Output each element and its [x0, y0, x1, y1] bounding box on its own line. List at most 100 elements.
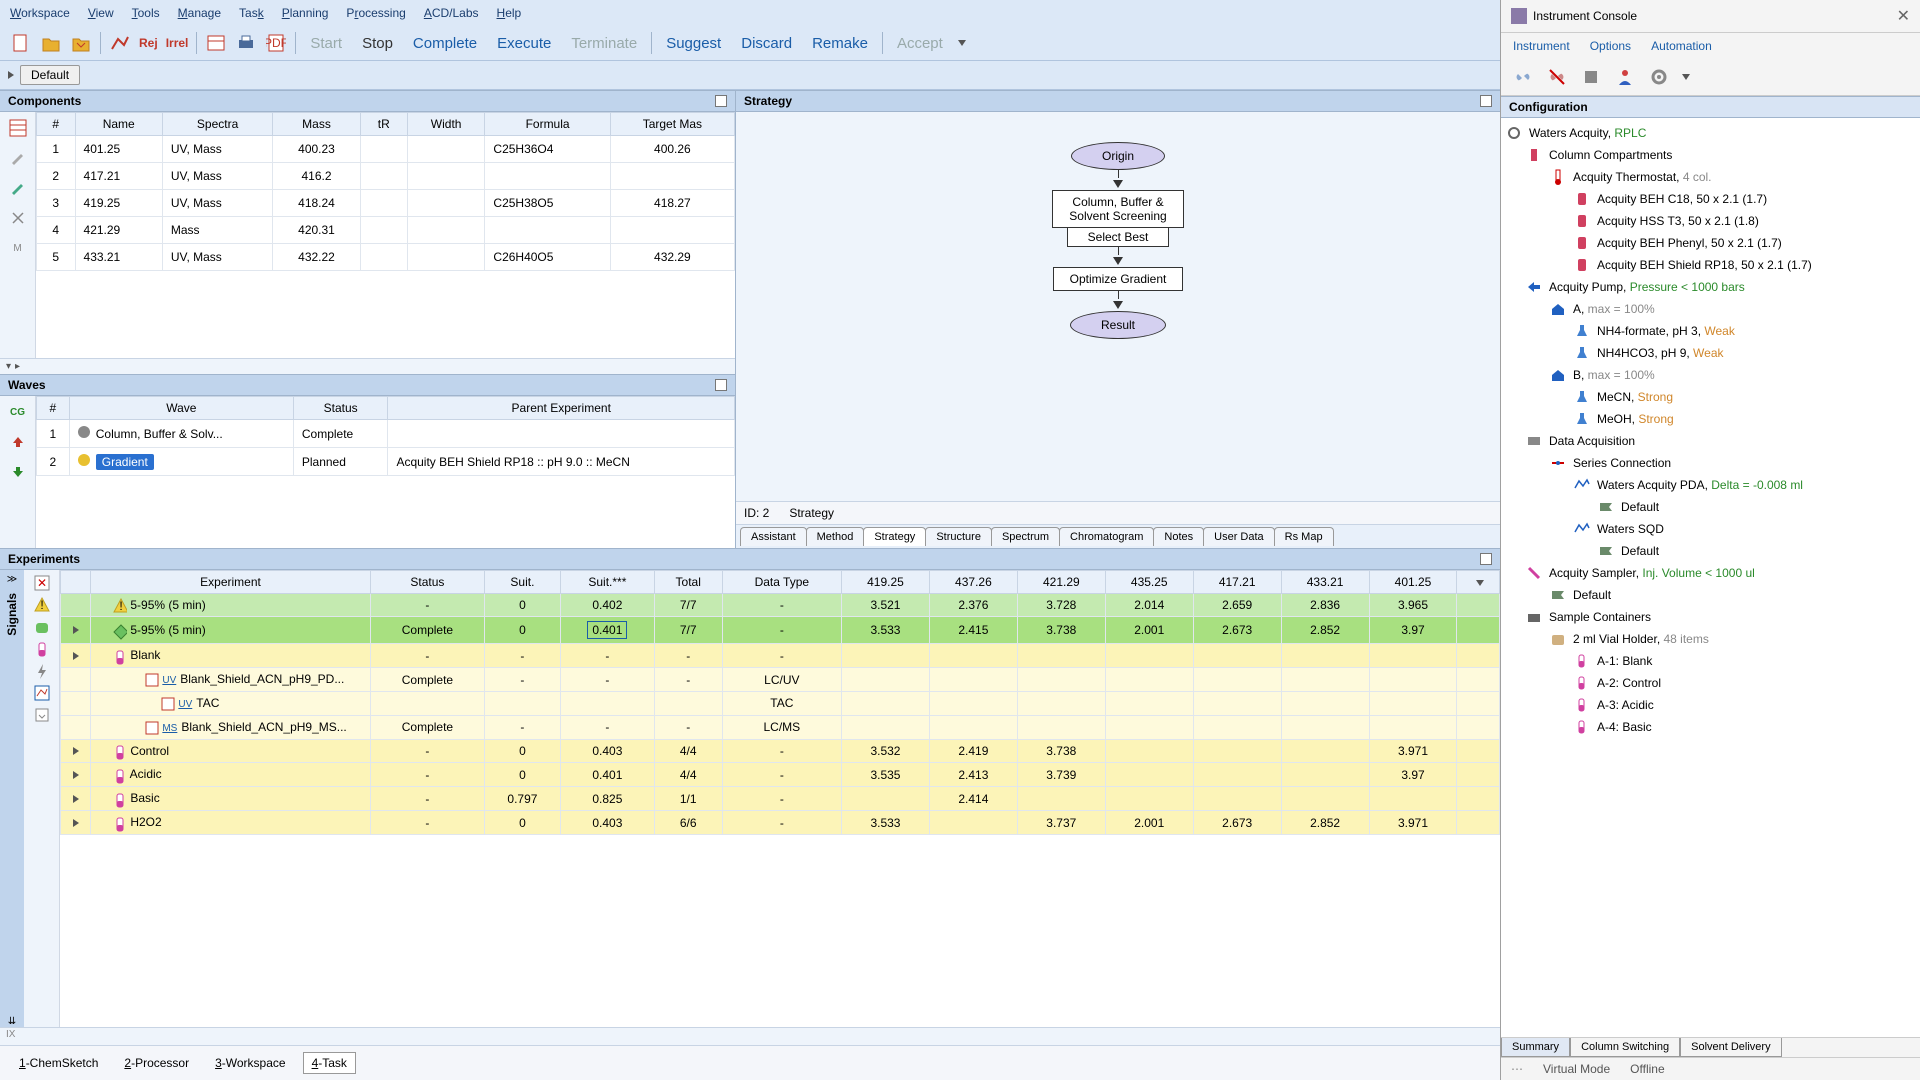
tree-item[interactable]: B, max = 100%: [1505, 364, 1916, 386]
tree-item[interactable]: Column Compartments: [1505, 144, 1916, 166]
flow-screening[interactable]: Column, Buffer & Solvent Screening: [1052, 190, 1183, 228]
waves-maximize-icon[interactable]: [715, 379, 727, 391]
remake-button[interactable]: Remake: [804, 31, 876, 56]
start-button[interactable]: Start: [302, 31, 350, 56]
tree-item[interactable]: A-2: Control: [1505, 672, 1916, 694]
pdf-icon[interactable]: PDF: [263, 30, 289, 56]
table-icon[interactable]: [203, 30, 229, 56]
console-close-icon[interactable]: ✕: [1897, 6, 1910, 26]
tab-task[interactable]: 4-Task: [303, 1052, 356, 1074]
table-row[interactable]: 4421.29Mass420.31: [37, 217, 735, 244]
console-menu-options[interactable]: Options: [1590, 39, 1631, 53]
open2-icon[interactable]: [68, 30, 94, 56]
tree-item[interactable]: A-4: Basic: [1505, 716, 1916, 738]
col-header[interactable]: Target Mas: [610, 113, 734, 136]
table-row[interactable]: 2417.21UV, Mass416.2: [37, 163, 735, 190]
tree-item[interactable]: Default: [1505, 540, 1916, 562]
table-row[interactable]: H2O2-00.4036/6-3.5333.7372.0012.6732.852…: [61, 811, 1500, 835]
open-icon[interactable]: [38, 30, 64, 56]
strategy-maximize-icon[interactable]: [1480, 95, 1492, 107]
tree-item[interactable]: MeOH, Strong: [1505, 408, 1916, 430]
tab-processor[interactable]: 2-Processor: [115, 1052, 198, 1074]
experiments-collapse-bar[interactable]: ≫ Signals ⇊: [0, 570, 24, 1028]
flow-select[interactable]: Select Best: [1067, 227, 1170, 247]
new-icon[interactable]: [8, 30, 34, 56]
tab-method[interactable]: Method: [806, 527, 865, 546]
col-header[interactable]: Spectra: [162, 113, 272, 136]
console-tab[interactable]: Column Switching: [1570, 1038, 1680, 1057]
tree-item[interactable]: Waters Acquity PDA, Delta = -0.008 ml: [1505, 474, 1916, 496]
menu-task[interactable]: Task: [239, 6, 264, 20]
table-row[interactable]: 1Column, Buffer & Solv...Complete: [37, 420, 735, 448]
tree-item[interactable]: Waters SQD: [1505, 518, 1916, 540]
rej-icon[interactable]: Rej: [137, 30, 160, 56]
down-icon[interactable]: [5, 460, 31, 484]
exp-warn-icon[interactable]: !: [33, 596, 51, 614]
tab-user-data[interactable]: User Data: [1203, 527, 1275, 546]
tree-item[interactable]: Sample Containers: [1505, 606, 1916, 628]
tree-item[interactable]: A, max = 100%: [1505, 298, 1916, 320]
console-tab[interactable]: Solvent Delivery: [1680, 1038, 1781, 1057]
table-row[interactable]: Basic-0.7970.8251/1-2.414: [61, 787, 1500, 811]
waves-table[interactable]: #WaveStatusParent Experiment 1Column, Bu…: [36, 396, 735, 476]
col-header[interactable]: Name: [75, 113, 162, 136]
complete-button[interactable]: Complete: [405, 31, 485, 56]
stop-button[interactable]: Stop: [354, 31, 401, 56]
grid-icon[interactable]: [5, 116, 31, 140]
default-button[interactable]: Default: [20, 65, 80, 85]
flow-optimize[interactable]: Optimize Gradient: [1053, 267, 1184, 291]
tab-structure[interactable]: Structure: [925, 527, 992, 546]
console-tab[interactable]: Summary: [1501, 1038, 1570, 1057]
scroll-right-icon[interactable]: ▸: [15, 361, 20, 372]
table-row[interactable]: Blank-----: [61, 644, 1500, 668]
tab-strategy[interactable]: Strategy: [863, 527, 926, 546]
flow-result[interactable]: Result: [1070, 311, 1166, 339]
connect-icon[interactable]: [1509, 63, 1537, 91]
table-row[interactable]: UVTACTAC: [61, 691, 1500, 715]
tree-item[interactable]: A-3: Acidic: [1505, 694, 1916, 716]
chart-icon[interactable]: [107, 30, 133, 56]
print-icon[interactable]: [233, 30, 259, 56]
stop-sq-icon[interactable]: [1577, 63, 1605, 91]
menu-processing[interactable]: Processing: [346, 6, 405, 20]
exp-chart-icon[interactable]: [33, 684, 51, 702]
experiments-maximize-icon[interactable]: [1480, 553, 1492, 565]
menu-view[interactable]: View: [88, 6, 114, 20]
accept-dropdown-icon[interactable]: [958, 40, 966, 46]
suggest-button[interactable]: Suggest: [658, 31, 729, 56]
table-row[interactable]: 1401.25UV, Mass400.23C25H36O4400.26: [37, 136, 735, 163]
menu-help[interactable]: Help: [497, 6, 522, 20]
menu-acdlabs[interactable]: ACD/Labs: [424, 6, 479, 20]
exp-green-icon[interactable]: [33, 618, 51, 636]
pencil-icon[interactable]: [5, 176, 31, 200]
person-icon[interactable]: [1611, 63, 1639, 91]
tree-item[interactable]: Default: [1505, 496, 1916, 518]
edit-icon[interactable]: [5, 146, 31, 170]
tree-item[interactable]: A-1: Blank: [1505, 650, 1916, 672]
up-icon[interactable]: [5, 430, 31, 454]
tree-item[interactable]: Acquity Thermostat, 4 col.: [1505, 166, 1916, 188]
col-header[interactable]: Mass: [273, 113, 360, 136]
table-row[interactable]: 3419.25UV, Mass418.24C25H38O5418.27: [37, 190, 735, 217]
col-header[interactable]: #: [37, 113, 76, 136]
table-row[interactable]: 5-95% (5 min)Complete00.4017/7-3.5332.41…: [61, 617, 1500, 644]
menu-manage[interactable]: Manage: [178, 6, 221, 20]
experiments-table[interactable]: ExperimentStatusSuit.Suit.***TotalData T…: [60, 570, 1500, 835]
tab-chromatogram[interactable]: Chromatogram: [1059, 527, 1154, 546]
tree-item[interactable]: Acquity Sampler, Inj. Volume < 1000 ul: [1505, 562, 1916, 584]
irrel-icon[interactable]: Irrel: [164, 30, 191, 56]
exp-export-icon[interactable]: [33, 706, 51, 724]
scroll-down-icon[interactable]: ▾: [6, 361, 11, 372]
col-header[interactable]: tR: [360, 113, 407, 136]
table-row[interactable]: Acidic-00.4014/4-3.5352.4133.7393.97: [61, 763, 1500, 787]
gear-icon[interactable]: [1645, 63, 1673, 91]
components-maximize-icon[interactable]: [715, 95, 727, 107]
tree-item[interactable]: NH4HCO3, pH 9, Weak: [1505, 342, 1916, 364]
tree-item[interactable]: Acquity HSS T3, 50 x 2.1 (1.8): [1505, 210, 1916, 232]
console-dropdown-icon[interactable]: [1682, 74, 1690, 80]
tree-item[interactable]: Acquity BEH Phenyl, 50 x 2.1 (1.7): [1505, 232, 1916, 254]
tree-item[interactable]: 2 ml Vial Holder, 48 items: [1505, 628, 1916, 650]
menu-tools[interactable]: Tools: [132, 6, 160, 20]
tree-item[interactable]: Data Acquisition: [1505, 430, 1916, 452]
tab-chemsketch[interactable]: 1-ChemSketch: [10, 1052, 107, 1074]
